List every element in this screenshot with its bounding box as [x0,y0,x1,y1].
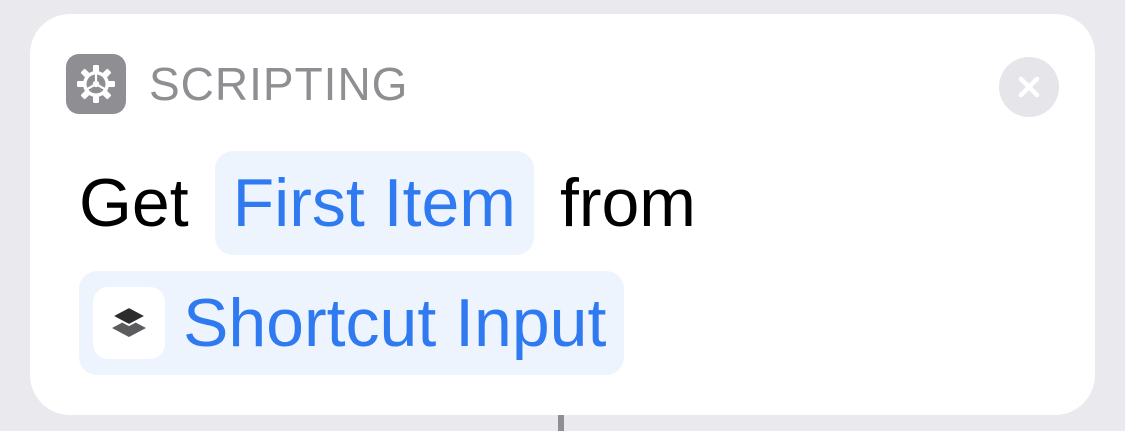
close-icon [1018,76,1040,98]
category-label: SCRIPTING [149,58,409,110]
shortcut-input-variable-token[interactable]: Shortcut Input [79,271,625,375]
get-text: Get [79,165,189,241]
shortcuts-layers-icon [93,287,165,359]
item-parameter-token[interactable]: First Item [214,151,534,255]
action-sentence-line-1: Get First Item from [79,149,696,257]
action-sentence-line-2: Shortcut Input [79,271,625,375]
action-card: SCRIPTING Get First Item from Shortcut I… [30,14,1095,415]
gear-icon [66,54,126,114]
from-text: from [559,165,696,241]
action-header: SCRIPTING [66,54,408,114]
close-button[interactable] [999,57,1059,117]
shortcut-input-label: Shortcut Input [183,285,607,361]
